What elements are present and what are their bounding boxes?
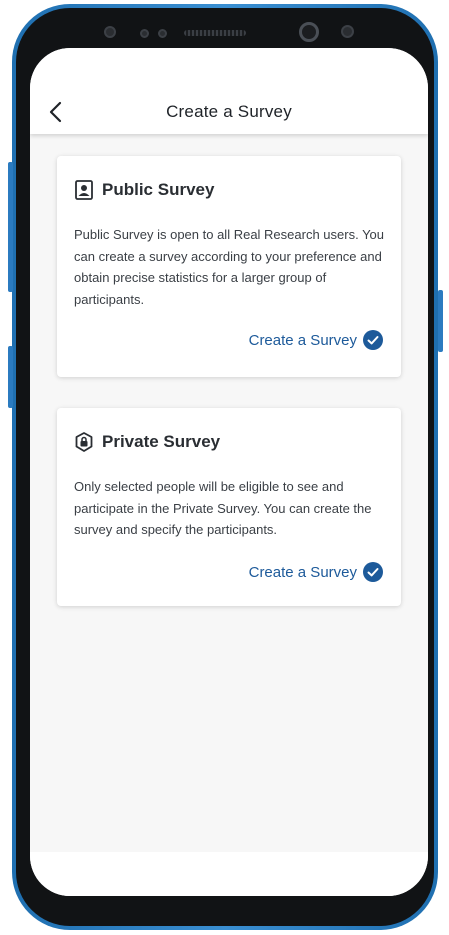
card-description: Public Survey is open to all Real Resear… bbox=[74, 227, 385, 307]
app-header: Create a Survey bbox=[30, 48, 428, 134]
sensor-dot-icon bbox=[104, 26, 116, 38]
card-title: Private Survey bbox=[102, 432, 221, 451]
lock-shield-icon bbox=[75, 432, 93, 452]
create-survey-label: Create a Survey bbox=[248, 563, 357, 581]
create-survey-label: Create a Survey bbox=[248, 331, 357, 349]
create-public-survey-button[interactable]: Create a Survey bbox=[249, 330, 383, 350]
sensor-dot-icon bbox=[158, 29, 167, 38]
power-button bbox=[438, 290, 443, 352]
side-key-button bbox=[8, 346, 13, 408]
check-circle-icon bbox=[363, 562, 383, 582]
card-title-row: Public Survey bbox=[75, 180, 214, 200]
contact-card-icon bbox=[75, 180, 93, 200]
volume-button bbox=[8, 162, 13, 292]
private-survey-card: Private Survey Only selected people will… bbox=[57, 408, 401, 606]
create-private-survey-button[interactable]: Create a Survey bbox=[249, 562, 383, 582]
earpiece-speaker bbox=[184, 30, 246, 36]
page-title: Create a Survey bbox=[166, 102, 292, 121]
sensor-dot-icon bbox=[140, 29, 149, 38]
card-title: Public Survey bbox=[102, 180, 215, 199]
front-camera-icon bbox=[299, 22, 319, 42]
check-circle-icon bbox=[363, 330, 383, 350]
card-description: Only selected people will be eligible to… bbox=[74, 479, 372, 537]
app-screen: Create a Survey Public Survey Public Sur… bbox=[30, 48, 428, 896]
bottom-bar bbox=[30, 852, 428, 896]
card-title-row: Private Survey bbox=[75, 432, 220, 452]
public-survey-card: Public Survey Public Survey is open to a… bbox=[57, 156, 401, 377]
sensor-dot-icon bbox=[341, 25, 354, 38]
